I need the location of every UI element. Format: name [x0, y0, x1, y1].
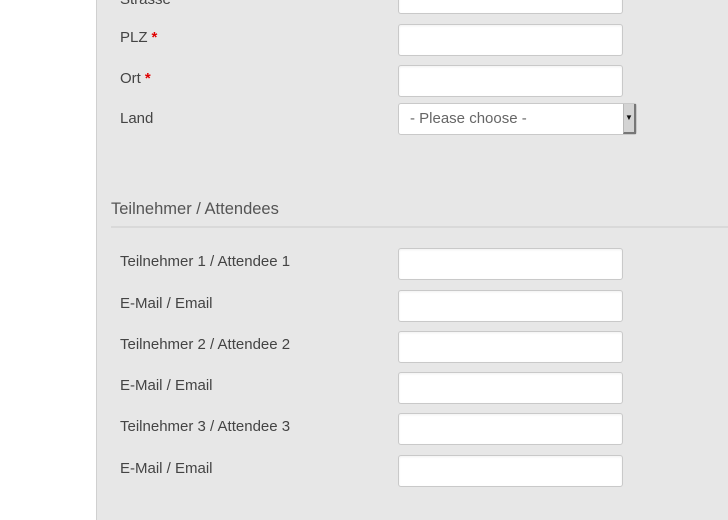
- plz-input[interactable]: [398, 24, 623, 56]
- attendee-3-email-label: E-Mail / Email: [120, 460, 213, 477]
- attendee-1-email-input[interactable]: [398, 290, 623, 322]
- plz-label: PLZ *: [120, 29, 157, 47]
- section-divider: [111, 226, 728, 228]
- dropdown-arrow-icon[interactable]: ▼: [623, 104, 636, 134]
- attendee-1-input[interactable]: [398, 248, 623, 280]
- ort-label: Ort *: [120, 70, 151, 88]
- country-select[interactable]: - Please choose - ▼: [398, 103, 637, 135]
- attendee-3-input[interactable]: [398, 413, 623, 445]
- ort-input[interactable]: [398, 65, 623, 97]
- street-label: Strasse: [120, 0, 171, 9]
- street-input[interactable]: [398, 0, 623, 14]
- attendee-1-label: Teilnehmer 1 / Attendee 1: [120, 253, 291, 270]
- attendee-2-label: Teilnehmer 2 / Attendee 2: [120, 336, 291, 353]
- country-label: Land: [120, 110, 154, 127]
- attendee-2-email-input[interactable]: [398, 372, 623, 404]
- plz-label-text: PLZ: [120, 29, 148, 46]
- attendee-2-input[interactable]: [398, 331, 623, 363]
- attendees-section-title: Teilnehmer / Attendees: [111, 200, 279, 218]
- attendee-3-email-input[interactable]: [398, 455, 623, 487]
- attendee-2-email-label: E-Mail / Email: [120, 377, 213, 394]
- required-asterisk: *: [144, 70, 151, 87]
- country-selected-value: - Please choose -: [410, 110, 527, 127]
- required-asterisk: *: [151, 29, 158, 46]
- attendee-3-label: Teilnehmer 3 / Attendee 3: [120, 418, 291, 435]
- ort-label-text: Ort: [120, 70, 141, 87]
- attendee-1-email-label: E-Mail / Email: [120, 295, 213, 312]
